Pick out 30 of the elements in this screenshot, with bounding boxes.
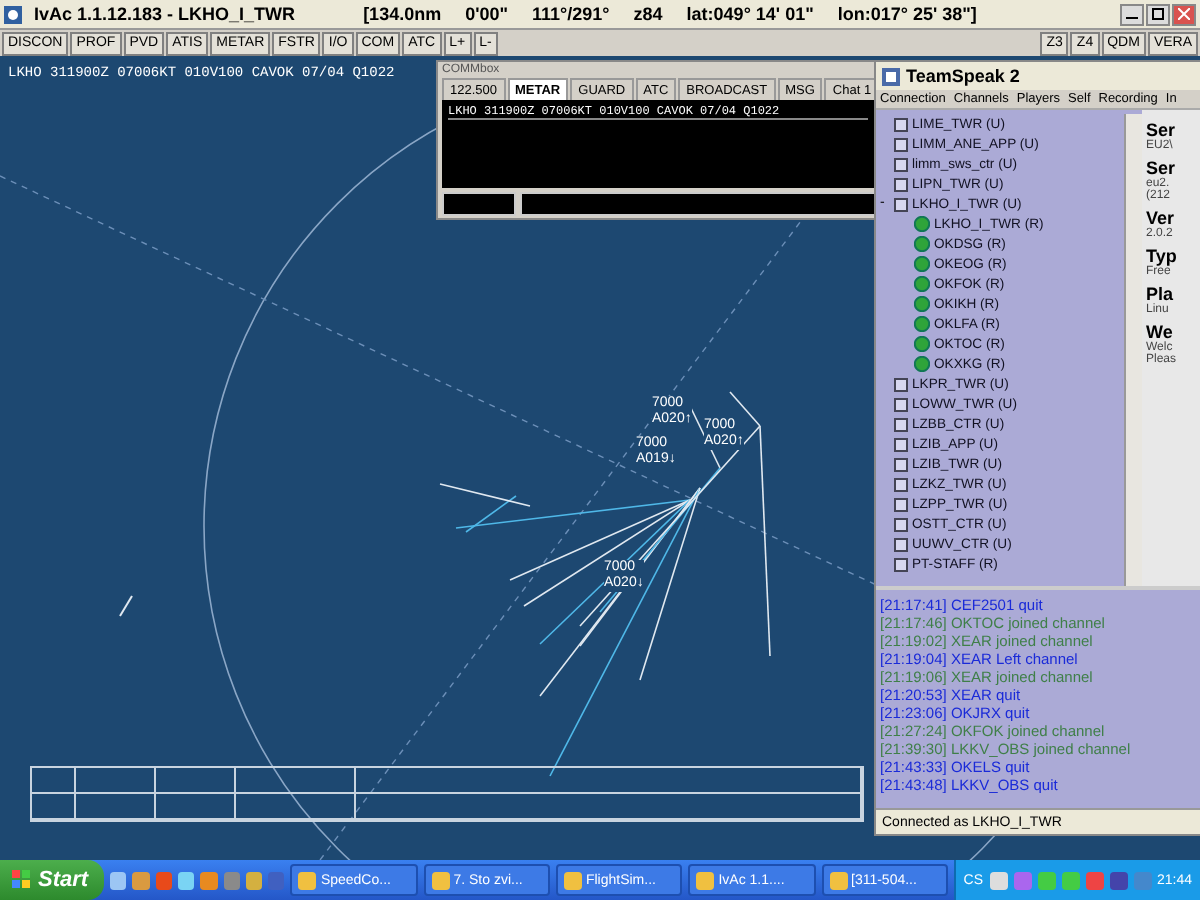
minimize-button[interactable] (1120, 3, 1144, 25)
message-input-field[interactable] (520, 192, 878, 216)
app-icon (829, 871, 847, 889)
close-icon (1178, 8, 1190, 20)
close-button[interactable] (1172, 3, 1196, 25)
app-icon (882, 67, 900, 85)
radar-readout: lat:049° 14' 01" (686, 4, 814, 24)
maximize-icon (1152, 8, 1164, 20)
frequency-field[interactable] (442, 192, 516, 216)
radar-readout: z84 (633, 4, 663, 24)
app-icon (4, 5, 22, 23)
app-icon (431, 871, 450, 889)
windows-logo-icon (12, 870, 32, 890)
info-heading: Typ (1146, 246, 1179, 266)
info-heading: We (1146, 322, 1175, 342)
radar-readout: 111°/291° (532, 4, 610, 24)
maximize-button[interactable] (1146, 3, 1170, 25)
radar-readout: 0'00" (465, 4, 509, 24)
radar-readout: lon:017° 25' 38"] (837, 4, 977, 24)
info-heading: Ser (1146, 120, 1178, 140)
app-icon (696, 871, 715, 889)
info-heading: Pla (1146, 284, 1176, 304)
scrollbar[interactable] (1124, 114, 1142, 586)
window-title: IvAc 1.1.12.183 - LKHO_I_TWR (34, 4, 296, 24)
info-heading: Ser (1146, 158, 1178, 178)
app-icon (298, 871, 317, 889)
window-title: TeamSpeak 2 (906, 66, 1020, 86)
app-icon (563, 871, 582, 889)
radar-readout: [134.0nm (363, 4, 442, 24)
info-heading: Ver (1146, 208, 1177, 228)
